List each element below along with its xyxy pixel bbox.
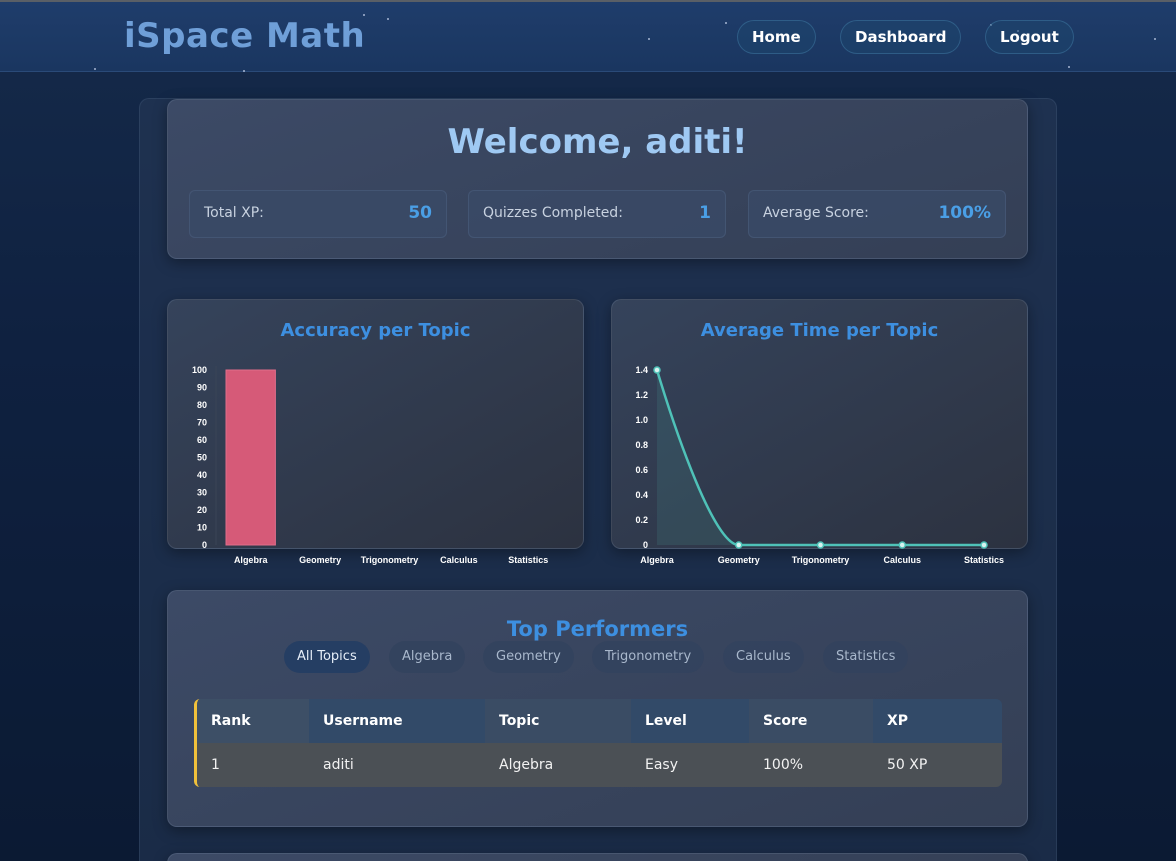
stat-quizzes-completed: Quizzes Completed: 1 <box>468 190 726 238</box>
tab-geometry[interactable]: Geometry <box>483 641 574 673</box>
col-topic: Topic <box>485 699 631 743</box>
col-rank: Rank <box>197 699 309 743</box>
col-score: Score <box>749 699 873 743</box>
stat-label: Average Score: <box>763 205 869 221</box>
time-chart-title: Average Time per Topic <box>700 320 939 341</box>
top-navbar: iSpace Math Home Dashboard Logout <box>0 0 1176 72</box>
col-level: Level <box>631 699 749 743</box>
nav-home-button[interactable]: Home <box>737 20 816 54</box>
nav-logout-button[interactable]: Logout <box>985 20 1074 54</box>
stat-value: 1 <box>699 203 711 223</box>
accuracy-chart-card: Accuracy per Topic <box>167 299 584 549</box>
cell-rank: 1 <box>211 757 220 773</box>
stat-label: Total XP: <box>204 205 264 221</box>
tab-calculus[interactable]: Calculus <box>723 641 804 673</box>
accuracy-chart-title: Accuracy per Topic <box>280 320 471 341</box>
tab-statistics[interactable]: Statistics <box>823 641 909 673</box>
stat-total-xp: Total XP: 50 <box>189 190 447 238</box>
top-performers-card: Top Performers All Topics Algebra Geomet… <box>167 590 1028 827</box>
cell-xp: 50 XP <box>887 757 928 773</box>
cell-score: 100% <box>763 757 804 773</box>
stat-label: Quizzes Completed: <box>483 205 623 221</box>
welcome-card: Welcome, aditi! Total XP: 50 Quizzes Com… <box>167 99 1028 259</box>
table-header: Rank Username Topic Level Score XP <box>197 699 1002 743</box>
stat-value: 100% <box>938 203 991 223</box>
tab-trigonometry[interactable]: Trigonometry <box>592 641 705 673</box>
top-performers-title: Top Performers <box>506 617 689 641</box>
cell-username: aditi <box>323 757 354 773</box>
time-chart-card: Average Time per Topic <box>611 299 1028 549</box>
cell-topic: Algebra <box>499 757 554 773</box>
welcome-title: Welcome, aditi! <box>447 122 748 162</box>
tab-algebra[interactable]: Algebra <box>389 641 466 673</box>
next-card <box>167 853 1028 861</box>
tab-all-topics[interactable]: All Topics <box>284 641 370 673</box>
cell-level: Easy <box>645 757 679 773</box>
brand-logo[interactable]: iSpace Math <box>124 16 365 56</box>
stat-average-score: Average Score: 100% <box>748 190 1006 238</box>
table-row[interactable]: 1 aditi Algebra Easy 100% 50 XP <box>197 743 1002 787</box>
col-username: Username <box>309 699 485 743</box>
leaderboard-table: Rank Username Topic Level Score XP 1 adi… <box>194 699 1002 787</box>
nav-dashboard-button[interactable]: Dashboard <box>840 20 962 54</box>
col-xp: XP <box>873 699 1002 743</box>
stat-value: 50 <box>408 203 432 223</box>
